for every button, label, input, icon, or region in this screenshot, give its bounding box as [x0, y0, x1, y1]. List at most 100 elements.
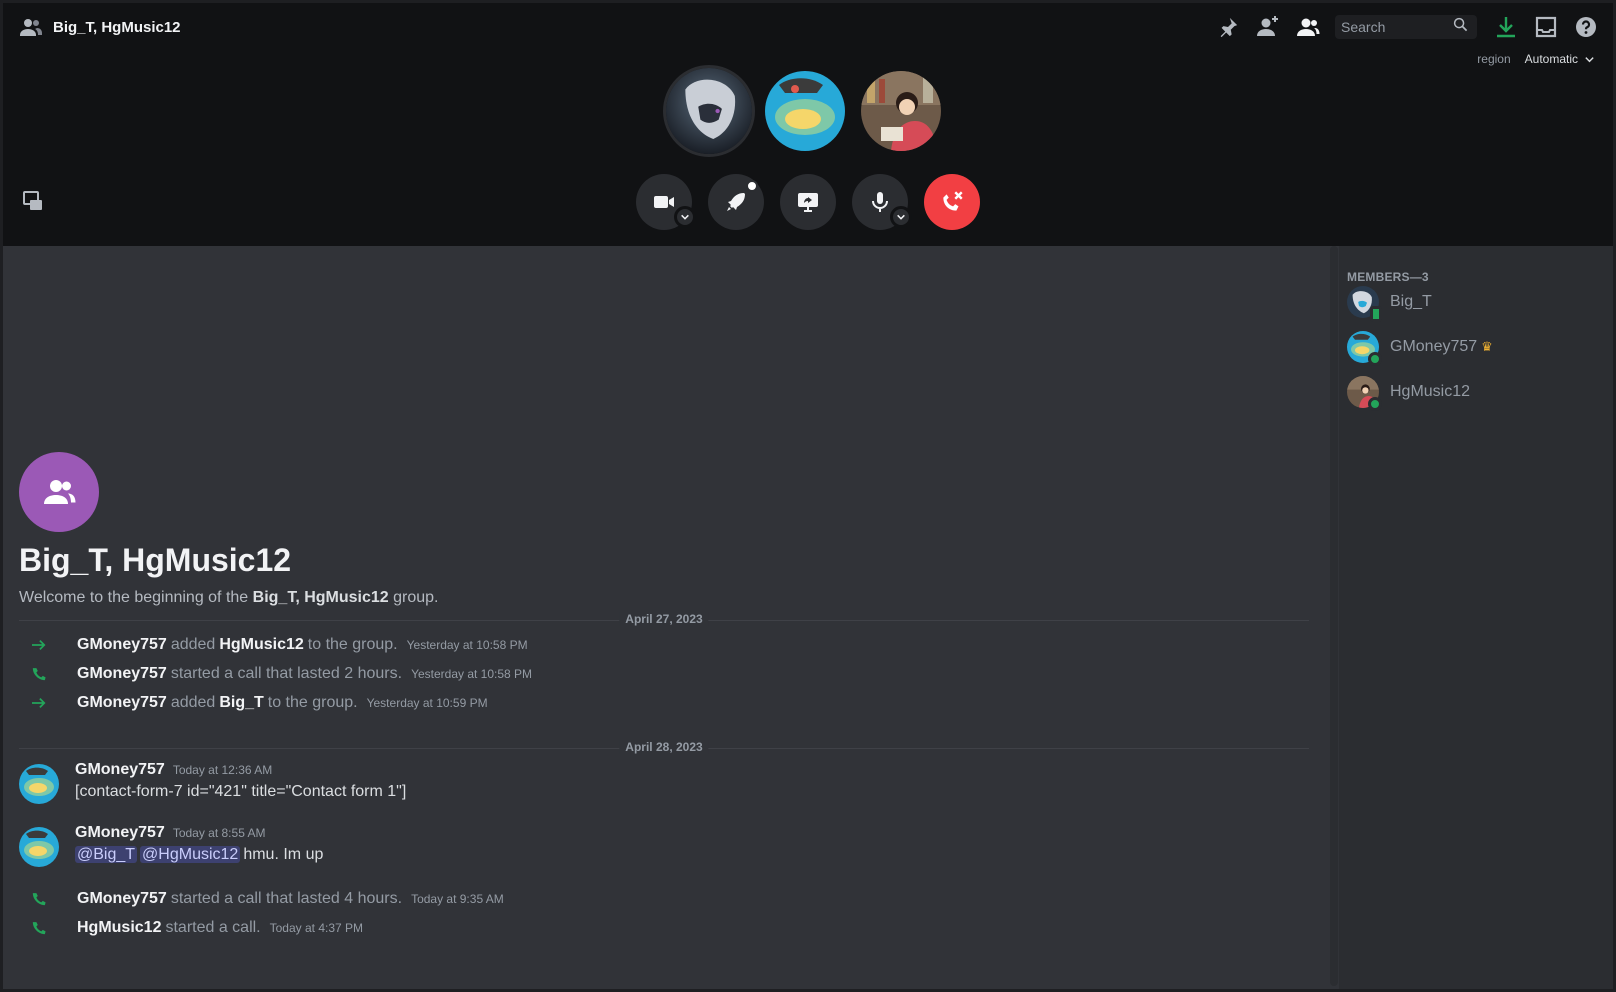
system-message: HgMusic12 started a call. Today at 4:37 … — [3, 916, 1303, 940]
camera-icon — [654, 196, 674, 208]
welcome-prefix: Welcome to the beginning of the — [19, 589, 253, 606]
disconnect-button[interactable] — [924, 174, 980, 230]
member-list-icon[interactable] — [1295, 14, 1321, 40]
member-item-big-t[interactable]: Big_T — [1347, 281, 1597, 323]
search-icon — [1453, 17, 1468, 37]
avatar[interactable] — [19, 827, 59, 867]
message-timestamp: Yesterday at 10:58 PM — [406, 638, 528, 652]
system-text: started a call. — [165, 919, 261, 936]
online-status-icon — [1368, 352, 1382, 366]
top-bar: Big_T, HgMusic12 Search region Automatic — [3, 3, 1613, 66]
message-target-username[interactable]: HgMusic12 — [219, 636, 303, 654]
chevron-down-icon — [681, 214, 689, 220]
participant-avatar-big-t[interactable] — [663, 65, 755, 157]
call-area: Big_T, HgMusic12 Search region Automatic — [3, 3, 1613, 246]
search-bar[interactable] — [1335, 15, 1477, 39]
call-participants — [663, 65, 957, 157]
popout-icon — [23, 191, 42, 210]
member-name: GMoney757 — [1390, 338, 1478, 355]
participant-avatar-gmoney757[interactable] — [765, 71, 845, 151]
popout-button[interactable] — [21, 189, 45, 213]
download-icon[interactable] — [1493, 14, 1519, 40]
chat-scrollbar[interactable] — [1330, 246, 1338, 986]
microphone-icon — [872, 192, 888, 212]
message-target-username[interactable]: Big_T — [219, 694, 263, 712]
welcome-suffix: group. — [388, 589, 439, 606]
arrow-right-icon — [3, 696, 77, 710]
screen-share-button[interactable] — [780, 174, 836, 230]
system-message: GMoney757 added HgMusic12 to the group. … — [3, 633, 1303, 657]
help-icon[interactable] — [1573, 14, 1599, 40]
group-icon — [44, 480, 76, 504]
date-divider: April 27, 2023 — [19, 612, 1309, 626]
member-name: Big_T — [1390, 293, 1432, 310]
camera-options-button[interactable] — [674, 206, 696, 228]
group-dm-icon — [19, 15, 43, 39]
welcome-group-name: Big_T, HgMusic12 — [252, 589, 389, 606]
message-timestamp: Yesterday at 10:59 PM — [366, 696, 488, 710]
add-friends-icon[interactable] — [1255, 14, 1281, 40]
online-status-icon — [1368, 397, 1382, 411]
message-content: [contact-form-7 id="421" title="Contact … — [75, 783, 407, 800]
date-divider-label: April 28, 2023 — [619, 740, 709, 754]
message-timestamp: Yesterday at 10:58 PM — [411, 667, 533, 681]
end-call-icon — [943, 191, 963, 211]
member-list: MEMBERS—3 Big_T GMoney757 ♛ HgMusic12 — [1339, 246, 1613, 989]
system-text: added — [170, 636, 216, 653]
date-divider-label: April 27, 2023 — [619, 612, 709, 626]
message-timestamp: Today at 4:37 PM — [269, 921, 364, 935]
message-text: hmu. Im up — [243, 846, 324, 863]
message-header: GMoney757 Today at 12:36 AM — [75, 761, 272, 779]
avatar — [1347, 376, 1382, 411]
arrow-right-icon — [3, 638, 77, 652]
header-toolbar — [1215, 14, 1613, 40]
mention-big-t[interactable]: @Big_T — [75, 846, 138, 863]
screen-share-icon — [798, 193, 818, 212]
system-text: started a call that lasted 4 hours. — [170, 890, 403, 907]
avatar[interactable] — [19, 764, 59, 804]
message-username[interactable]: GMoney757 — [77, 694, 167, 712]
message-username[interactable]: GMoney757 — [77, 665, 167, 683]
message-username[interactable]: GMoney757 — [77, 636, 167, 654]
phone-icon — [3, 920, 77, 937]
phone-icon — [3, 666, 77, 683]
message-username[interactable]: GMoney757 — [75, 824, 165, 842]
mobile-status-icon — [1370, 306, 1382, 322]
group-name-heading: Big_T, HgMusic12 — [19, 542, 292, 578]
system-text: to the group. — [307, 636, 398, 653]
pin-icon[interactable] — [1215, 14, 1241, 40]
message-username[interactable]: GMoney757 — [75, 761, 165, 779]
message-header: GMoney757 Today at 8:55 AM — [75, 824, 266, 842]
phone-icon — [3, 891, 77, 908]
avatar — [1347, 331, 1382, 366]
message-content: @Big_T @HgMusic12 hmu. Im up — [75, 846, 323, 864]
microphone-options-button[interactable] — [890, 206, 912, 228]
search-input[interactable] — [1341, 19, 1453, 35]
member-item-gmoney757[interactable]: GMoney757 ♛ — [1347, 326, 1597, 368]
message-timestamp: Today at 9:35 AM — [411, 892, 504, 906]
message-timestamp: Today at 8:55 AM — [172, 826, 266, 840]
region-dropdown[interactable]: Automatic — [1525, 52, 1595, 66]
mention-hgmusic12[interactable]: @HgMusic12 — [140, 846, 241, 863]
system-text: added — [170, 694, 216, 711]
system-message: GMoney757 added Big_T to the group. Yest… — [3, 691, 1303, 715]
message-username[interactable]: HgMusic12 — [77, 919, 161, 937]
call-controls — [636, 174, 980, 230]
activity-button[interactable] — [708, 174, 764, 230]
channel-title: Big_T, HgMusic12 — [19, 15, 181, 39]
participant-avatar-hgmusic12[interactable] — [861, 71, 941, 151]
region-selector: region Automatic — [1477, 52, 1595, 66]
date-divider: April 28, 2023 — [19, 740, 1309, 754]
inbox-icon[interactable] — [1533, 14, 1559, 40]
member-name: HgMusic12 — [1390, 383, 1471, 400]
welcome-text: Welcome to the beginning of the Big_T, H… — [19, 589, 438, 607]
camera-button[interactable] — [636, 174, 696, 230]
microphone-button[interactable] — [852, 174, 912, 230]
member-item-hgmusic12[interactable]: HgMusic12 — [1347, 371, 1597, 413]
system-text: to the group. — [267, 694, 358, 711]
message-username[interactable]: GMoney757 — [77, 890, 167, 908]
crown-icon: ♛ — [1481, 339, 1493, 354]
avatar — [1347, 286, 1382, 322]
system-message: GMoney757 started a call that lasted 2 h… — [3, 662, 1303, 686]
group-avatar — [19, 452, 99, 532]
